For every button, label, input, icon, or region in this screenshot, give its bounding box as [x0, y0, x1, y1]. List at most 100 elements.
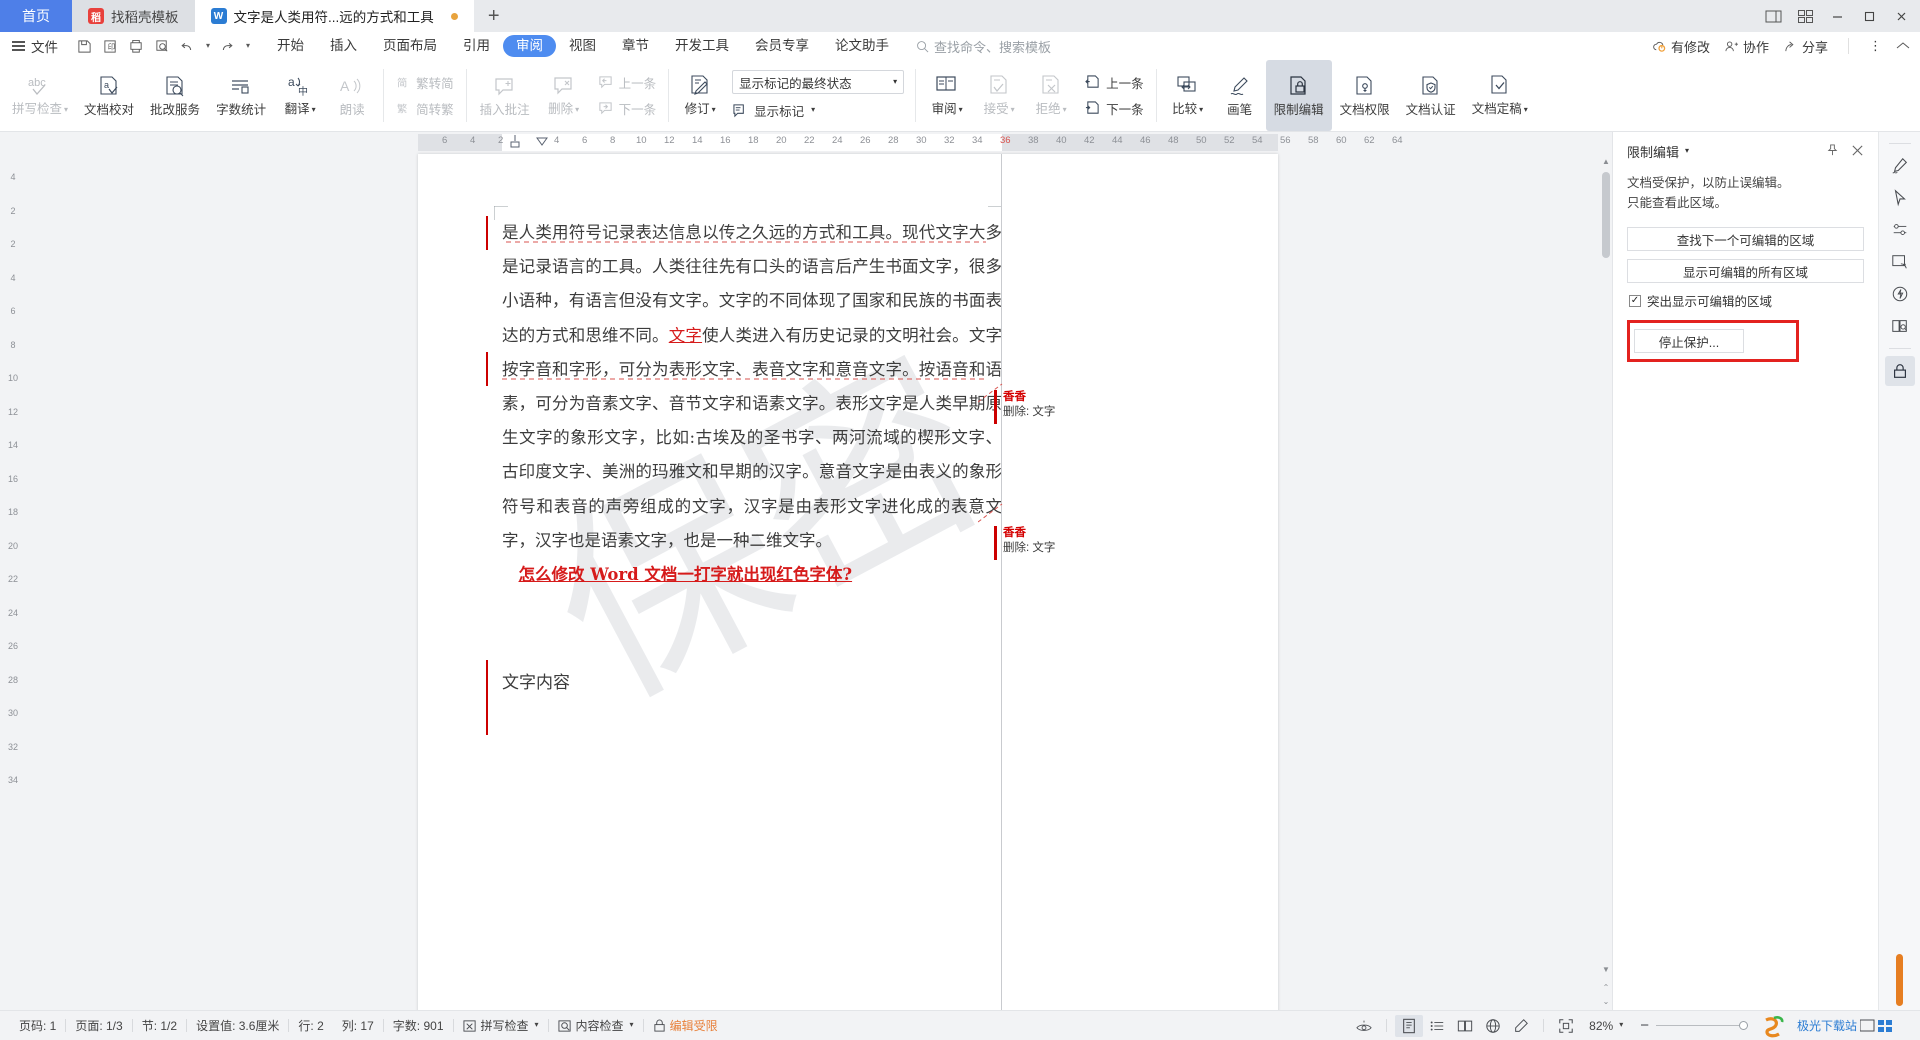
status-word-count[interactable]: 字数: 901: [384, 1017, 453, 1034]
revision-balloon[interactable]: 香香 删除: 文字: [994, 390, 1164, 424]
ribbon-show-markup[interactable]: 显示标记 ▾: [732, 100, 904, 121]
zoom-out-button[interactable]: −: [1640, 1017, 1649, 1034]
status-col[interactable]: 列: 17: [333, 1017, 383, 1034]
tab-references[interactable]: 引用: [450, 35, 503, 57]
vertical-ruler[interactable]: 4 2 2 4 6 8 10 12 14 16 18 20 22 24 26 2…: [0, 132, 26, 1010]
customize-qat-caret-icon[interactable]: ▾: [240, 35, 254, 57]
ribbon-brush[interactable]: 画笔: [1214, 60, 1266, 131]
print-icon[interactable]: 印: [98, 35, 122, 57]
tab-page-layout[interactable]: 页面布局: [370, 35, 450, 57]
show-all-editable-regions-button[interactable]: 显示可编辑的所有区域: [1627, 259, 1864, 283]
tab-review[interactable]: 审阅: [503, 35, 556, 57]
ime-tray-icon[interactable]: [1860, 1017, 1910, 1035]
panel-title-group[interactable]: 限制编辑 ▾: [1627, 142, 1814, 161]
ribbon-delete-comment[interactable]: 删除 ▾: [538, 60, 590, 131]
tab-home[interactable]: 首页: [0, 0, 72, 32]
ribbon-prev-change[interactable]: 上一条: [1079, 72, 1149, 93]
tab-thesis-helper[interactable]: 论文助手: [822, 35, 902, 57]
ribbon-read-aloud[interactable]: A 朗读: [326, 60, 378, 131]
rail-scroll-thumb[interactable]: [1885, 950, 1915, 1010]
status-zoom-level[interactable]: 82% ▾: [1580, 1019, 1632, 1033]
collaborate-button[interactable]: 协作: [1724, 37, 1769, 56]
eye-icon[interactable]: [1350, 1015, 1378, 1037]
page-view-icon[interactable]: [1395, 1014, 1424, 1037]
status-edit-restricted[interactable]: 编辑受限: [644, 1017, 727, 1034]
redo-icon[interactable]: [214, 35, 238, 57]
indent-marker-icon[interactable]: [509, 133, 521, 156]
page-next-icon[interactable]: ⌄: [1600, 994, 1612, 1008]
close-icon[interactable]: [1851, 144, 1864, 160]
ribbon-accept[interactable]: 接受 ▾: [973, 60, 1025, 131]
undo-icon[interactable]: [176, 35, 200, 57]
ribbon-insert-comment[interactable]: 插入批注: [472, 60, 538, 131]
pin-icon[interactable]: [1826, 143, 1839, 160]
collapse-ribbon-icon[interactable]: [1896, 41, 1910, 51]
ribbon-next-change[interactable]: 下一条: [1079, 98, 1149, 119]
find-next-editable-region-button[interactable]: 查找下一个可编辑的区域: [1627, 227, 1864, 251]
undo-caret-icon[interactable]: ▾: [202, 35, 212, 57]
document-scrollbar[interactable]: ▲ ▼ ⌃ ⌄: [1600, 132, 1612, 1010]
ribbon-correction-service[interactable]: 批改服务: [142, 60, 208, 131]
ribbon-review-pane[interactable]: 审阅 ▾: [921, 60, 973, 131]
tab-template[interactable]: 稻 找稻壳模板: [72, 0, 195, 32]
lock-restrict-icon[interactable]: [1884, 356, 1915, 386]
ribbon-doc-finalize[interactable]: 文档定稿 ▾: [1464, 60, 1536, 131]
feature-panel-icon[interactable]: [1885, 247, 1915, 277]
zoom-track[interactable]: [1655, 1021, 1748, 1030]
ribbon-doc-proof[interactable]: a 文档校对: [76, 60, 142, 131]
tab-member[interactable]: 会员专享: [742, 35, 822, 57]
tab-document[interactable]: W 文字是人类用符...远的方式和工具: [194, 0, 474, 32]
highlight-editable-regions-checkbox[interactable]: ✓ 突出显示可编辑的区域: [1629, 291, 1864, 310]
status-section[interactable]: 节: 1/2: [133, 1017, 186, 1034]
lightning-idea-icon[interactable]: [1885, 279, 1915, 309]
ribbon-spell-check[interactable]: abc 拼写检查 ▾: [4, 60, 76, 131]
ribbon-translate[interactable]: a中 翻译 ▾: [274, 60, 326, 131]
tab-start[interactable]: 开始: [264, 35, 317, 57]
grid-layout-icon[interactable]: [1790, 1, 1820, 31]
status-spell-check[interactable]: 拼写检查 ▾: [454, 1017, 548, 1034]
print-preview-icon[interactable]: [124, 35, 148, 57]
more-options-icon[interactable]: ⋮: [1869, 38, 1882, 54]
ribbon-restrict-edit[interactable]: 限制编辑: [1265, 60, 1332, 131]
zoom-slider[interactable]: −: [1632, 1017, 1756, 1034]
tab-developer[interactable]: 开发工具: [662, 35, 742, 57]
status-setting-value[interactable]: 设置值: 3.6厘米: [187, 1017, 288, 1034]
print-check-icon[interactable]: [150, 35, 174, 57]
sliders-icon[interactable]: [1885, 215, 1915, 245]
web-view-icon[interactable]: [1479, 1015, 1507, 1037]
ribbon-doc-permission[interactable]: 文档权限: [1332, 60, 1398, 131]
ribbon-simp-to-trad[interactable]: 繁 简转繁: [391, 98, 459, 119]
page-prev-icon[interactable]: ⌃: [1600, 980, 1612, 994]
tab-insert[interactable]: 插入: [317, 35, 370, 57]
ribbon-next-comment[interactable]: 下一条: [592, 98, 662, 119]
revision-balloon[interactable]: 香香 删除: 文字: [994, 526, 1164, 560]
ribbon-doc-certify[interactable]: 文档认证: [1398, 60, 1464, 131]
share-button[interactable]: 分享: [1783, 37, 1828, 56]
brush-pen-icon[interactable]: [1885, 151, 1915, 181]
scroll-up-icon[interactable]: ▲: [1600, 154, 1612, 168]
outline-view-icon[interactable]: [1423, 1015, 1451, 1037]
save-icon[interactable]: [72, 35, 96, 57]
file-menu-button[interactable]: 文件: [8, 36, 66, 56]
ribbon-reject[interactable]: 拒绝 ▾: [1025, 60, 1077, 131]
document-page[interactable]: 保密 是人类用符号记录表达信息以传之久远的方式和工具。现代文字大多是记录语言的工…: [418, 154, 1278, 1010]
chevron-down-icon[interactable]: ▾: [1685, 146, 1689, 155]
reading-view-icon[interactable]: [1451, 1015, 1479, 1037]
maximize-button[interactable]: [1854, 1, 1884, 31]
pen-view-icon[interactable]: [1507, 1015, 1535, 1037]
command-search[interactable]: 查找命令、搜索模板: [916, 37, 1051, 56]
ribbon-word-count[interactable]: 字数统计: [208, 60, 274, 131]
markup-state-dropdown[interactable]: 显示标记的最终状态 ▾: [732, 70, 905, 94]
ribbon-compare[interactable]: 比较 ▾: [1162, 60, 1214, 131]
scroll-down-icon[interactable]: ▼: [1600, 962, 1612, 976]
status-page-total[interactable]: 页面: 1/3: [66, 1017, 131, 1034]
cursor-select-icon[interactable]: [1885, 183, 1915, 213]
status-page-number[interactable]: 页码: 1: [10, 1017, 65, 1034]
minimize-button[interactable]: [1822, 1, 1852, 31]
status-content-check[interactable]: 内容检查 ▾: [549, 1017, 643, 1034]
horizontal-ruler[interactable]: 6 4 2 4 6 8 10 12 14 16 18 20 22 24 26 2…: [26, 132, 1612, 154]
ribbon-trad-to-simp[interactable]: 简 繁转简: [391, 72, 459, 93]
status-row[interactable]: 行: 2: [289, 1017, 332, 1034]
document-area[interactable]: 6 4 2 4 6 8 10 12 14 16 18 20 22 24 26 2…: [26, 132, 1612, 1010]
new-tab-button[interactable]: +: [473, 0, 514, 32]
